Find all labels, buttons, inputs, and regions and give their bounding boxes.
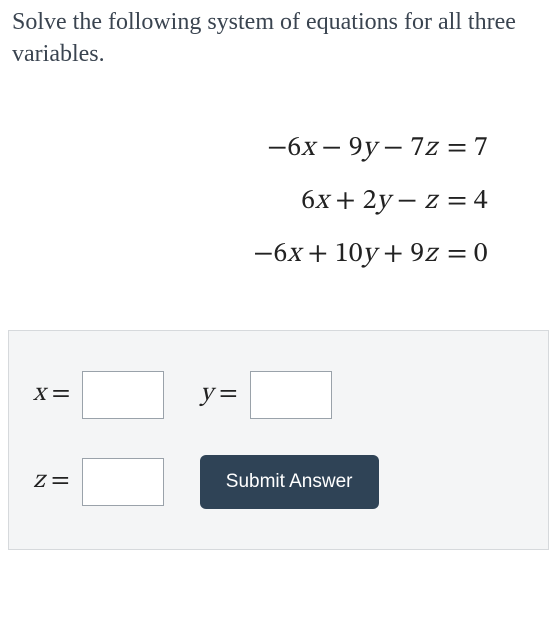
equation-system: −6x−9y−7z = 7 6x+2y−z = 4 −6x+10y+9z = 0 xyxy=(0,85,557,320)
x-field: x = xyxy=(33,371,164,419)
z-label: z = xyxy=(33,465,70,498)
submit-button[interactable]: Submit Answer xyxy=(200,455,379,509)
question-prompt: Solve the following system of equations … xyxy=(0,0,557,85)
x-input[interactable] xyxy=(82,371,164,419)
y-label: y = xyxy=(200,378,237,411)
equation-2: 6x+2y−z = 4 xyxy=(60,184,497,219)
x-label: x = xyxy=(33,378,70,411)
answer-panel: x = y = z = Submit Answer xyxy=(8,330,549,550)
y-input[interactable] xyxy=(250,371,332,419)
equation-3: −6x+10y+9z = 0 xyxy=(60,237,497,272)
z-field: z = xyxy=(33,458,164,506)
y-field: y = xyxy=(200,371,331,419)
equation-1: −6x−9y−7z = 7 xyxy=(60,131,497,166)
z-input[interactable] xyxy=(82,458,164,506)
